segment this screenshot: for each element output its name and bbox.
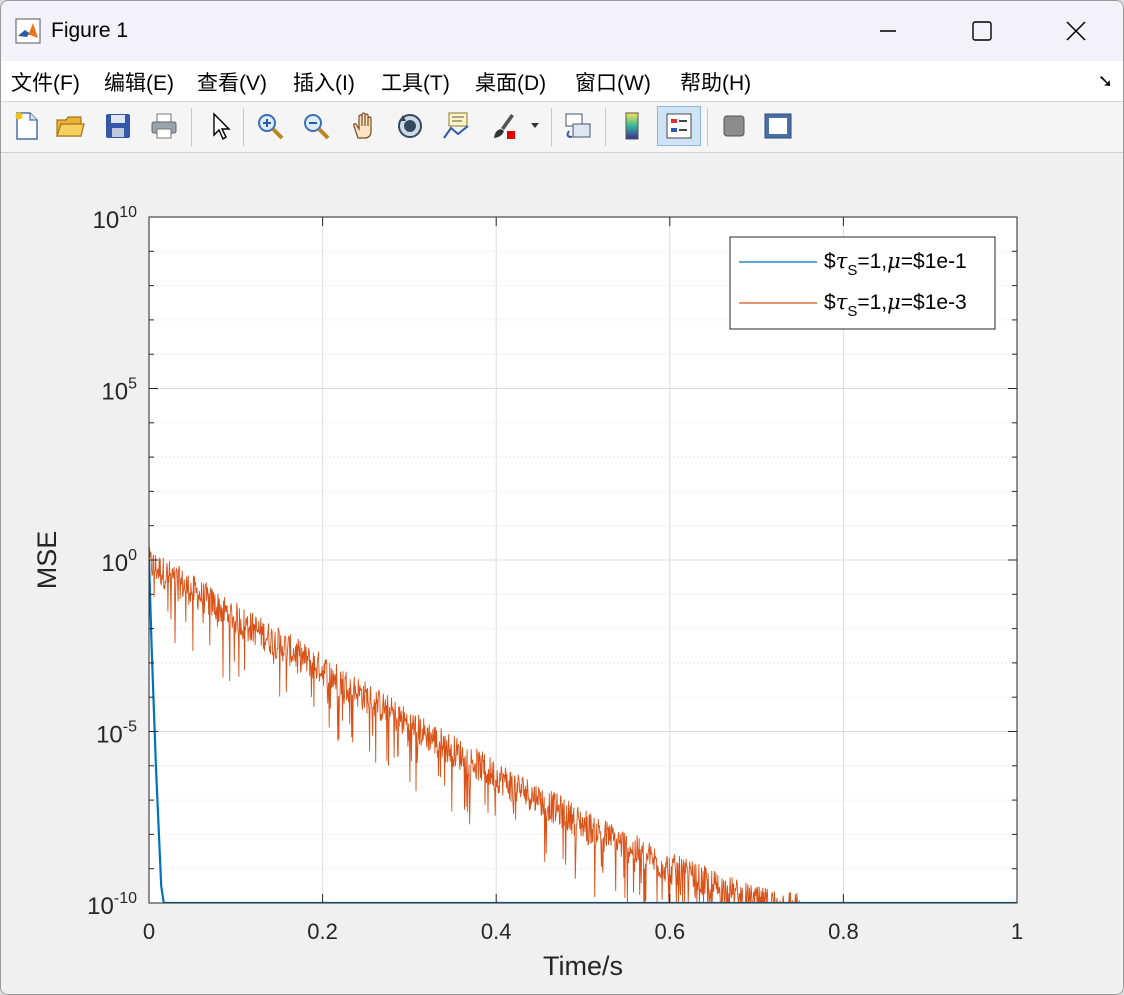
y-tick-label: 10-5 — [96, 719, 137, 749]
x-tick-labels: 0 0.2 0.4 0.6 0.8 1 — [143, 919, 1023, 944]
y-tick-label: 10-10 — [87, 890, 137, 920]
x-tick-label: 0.2 — [307, 919, 338, 944]
x-tick-label: 0.6 — [655, 919, 686, 944]
x-tick-label: 0.8 — [828, 919, 859, 944]
y-tick-label: 1010 — [93, 204, 138, 234]
y-tick-label: 100 — [101, 547, 137, 577]
x-tick-label: 1 — [1011, 919, 1023, 944]
x-tick-label: 0.4 — [481, 919, 512, 944]
y-tick-labels: 1010 105 100 10-5 10-10 — [87, 204, 137, 920]
figure-window: Figure 1 文件(F) 编辑(E) 查看(V) 插入(I) 工具(T) 桌… — [0, 0, 1124, 995]
chart[interactable]: 0 0.2 0.4 0.6 0.8 1 1010 105 100 10-5 10-10 Time/… — [1, 1, 1123, 994]
legend[interactable]: $τS=1,μ=$1e-1 $τS=1,μ=$1e-3 — [729, 236, 996, 330]
y-axis-label: MSE — [32, 531, 62, 590]
x-tick-label: 0 — [143, 919, 155, 944]
y-tick-label: 105 — [101, 376, 137, 406]
x-axis-label: Time/s — [543, 951, 623, 981]
